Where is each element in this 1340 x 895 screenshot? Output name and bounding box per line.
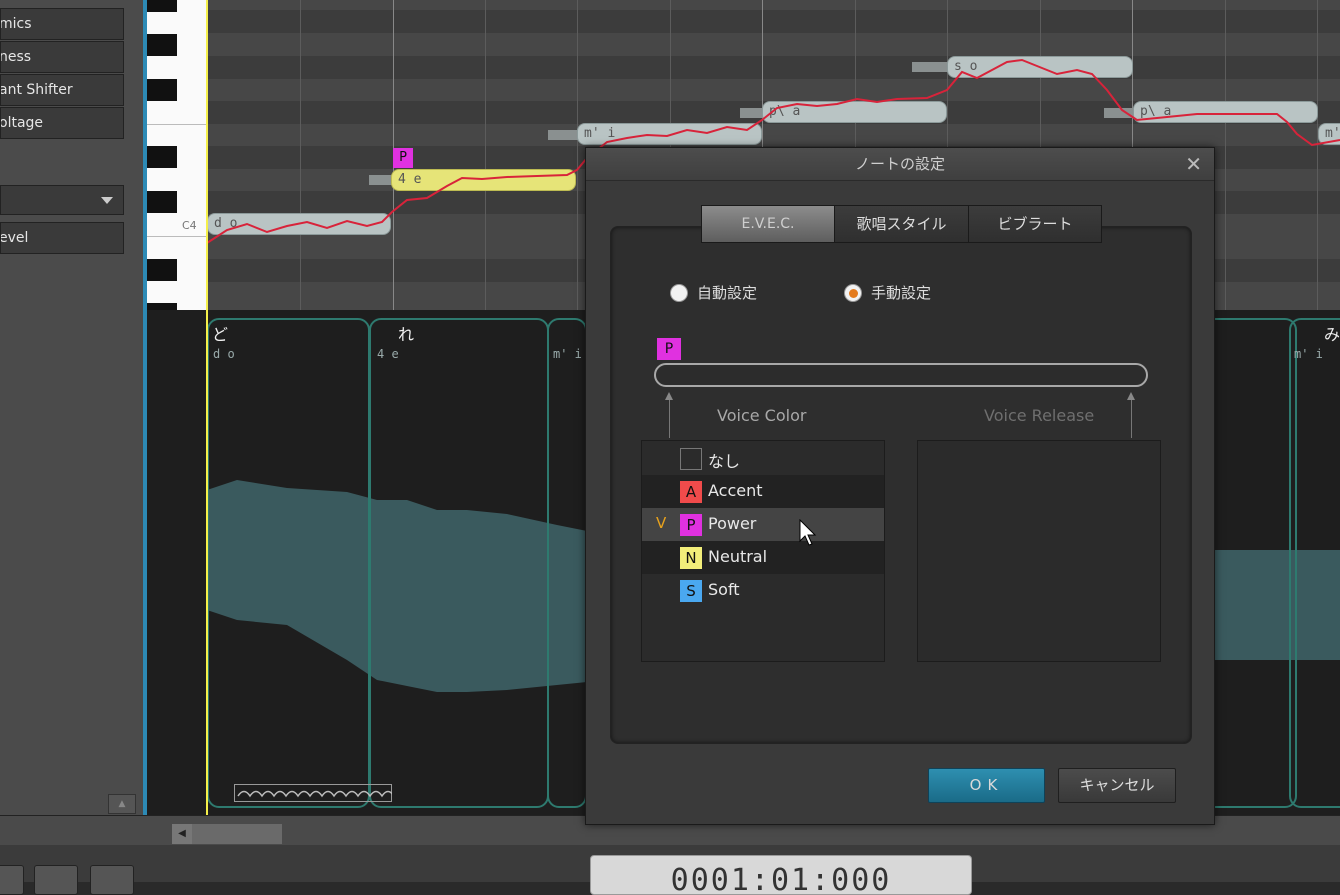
list-item-soft[interactable]: S Soft — [642, 574, 884, 607]
scrollbar-thumb[interactable] — [192, 824, 282, 844]
transport-button[interactable] — [34, 865, 78, 895]
soft-badge-icon: S — [680, 580, 702, 602]
black-key[interactable] — [147, 34, 177, 56]
panel-dropdown[interactable] — [0, 185, 124, 215]
panel-item-label: ant Shifter — [0, 82, 73, 98]
segment-phoneme: d o — [213, 347, 235, 361]
accent-badge-icon: A — [680, 481, 702, 503]
lyric-segment[interactable] — [207, 318, 370, 808]
arrow-up-icon — [1127, 392, 1135, 438]
cancel-button[interactable]: キャンセル — [1058, 768, 1176, 803]
tab-evec[interactable]: E.V.E.C. — [702, 206, 835, 242]
segment-kana: れ — [398, 325, 415, 344]
panel-item-label: mics — [0, 16, 32, 32]
segment-kana: み — [1324, 325, 1340, 344]
list-item-accent[interactable]: A Accent — [642, 475, 884, 508]
radio-auto-label: 自動設定 — [697, 284, 758, 302]
radio-auto[interactable]: 自動設定 — [670, 282, 757, 303]
segment-kana: ど — [212, 325, 229, 344]
lyric-segment[interactable] — [1289, 318, 1340, 808]
radio-manual[interactable]: 手動設定 — [844, 282, 931, 303]
list-item-none[interactable]: なし — [642, 442, 884, 475]
black-key[interactable] — [147, 0, 177, 12]
segment-phoneme: m' i — [553, 347, 582, 361]
panel-item-brightness[interactable]: ness — [0, 41, 124, 73]
empty-box-icon — [680, 448, 702, 470]
panel-item-label: ness — [0, 49, 32, 65]
scroll-up-button[interactable]: ▲ — [108, 794, 136, 814]
transport-button[interactable] — [90, 865, 134, 895]
dialog-title: ノートの設定 — [586, 148, 1214, 181]
chevron-down-icon — [101, 197, 113, 204]
tab-bar: E.V.E.C. 歌唱スタイル ビブラート — [701, 205, 1102, 243]
black-key[interactable] — [147, 303, 177, 310]
key-divider — [147, 124, 207, 125]
tab-vibrato[interactable]: ビブラート — [969, 206, 1101, 242]
list-item-power[interactable]: V P Power — [642, 508, 884, 541]
segment-phoneme: m' i — [1294, 347, 1323, 361]
segment-phoneme: 4 e — [377, 347, 399, 361]
key-divider — [147, 236, 207, 237]
vibrato-marker[interactable] — [234, 784, 392, 804]
panel-item-label: oltage — [0, 115, 44, 131]
panel-item-level[interactable]: evel — [0, 222, 124, 254]
black-key[interactable] — [147, 259, 177, 281]
panel-item-voltage[interactable]: oltage — [0, 107, 124, 139]
dialog-title-text: ノートの設定 — [854, 155, 945, 173]
voice-color-label: Voice Color — [717, 406, 807, 425]
transport-button[interactable] — [0, 865, 24, 895]
black-key[interactable] — [147, 79, 177, 101]
list-item-label: Accent — [708, 481, 763, 500]
list-item-label: Soft — [708, 580, 740, 599]
list-item-label: Neutral — [708, 547, 768, 566]
c4-label: C4 — [182, 219, 197, 232]
timecode-display: 0001:01:000 — [590, 855, 972, 895]
mouse-cursor-icon — [799, 519, 817, 546]
check-mark: V — [656, 514, 667, 532]
list-item-label: Power — [708, 514, 757, 533]
tab-singing-style[interactable]: 歌唱スタイル — [835, 206, 969, 242]
evec-slider[interactable] — [654, 363, 1148, 387]
voice-release-list[interactable] — [917, 440, 1161, 662]
panel-item-dynamics[interactable]: mics — [0, 8, 124, 40]
radio-circle-icon — [670, 283, 688, 302]
lyric-segment[interactable] — [547, 318, 587, 808]
list-item-neutral[interactable]: N Neutral — [642, 541, 884, 574]
black-key[interactable] — [147, 191, 177, 213]
left-panel: mics ness ant Shifter oltage evel ▲ — [0, 0, 146, 815]
note-settings-dialog: ノートの設定 ✕ E.V.E.C. 歌唱スタイル ビブラート 自動設定 手動設定… — [585, 147, 1215, 825]
power-tag: P — [657, 338, 681, 360]
power-tag: P — [393, 148, 413, 168]
panel-item-formant-shifter[interactable]: ant Shifter — [0, 74, 124, 106]
power-badge-icon: P — [680, 514, 702, 536]
close-icon[interactable]: ✕ — [1185, 151, 1202, 177]
piano-keyboard[interactable] — [147, 0, 207, 310]
scroll-left-arrow-icon[interactable]: ◀ — [172, 824, 192, 844]
ok-button[interactable]: OK — [928, 768, 1045, 803]
list-item-label: なし — [708, 452, 741, 471]
panel-item-label: evel — [0, 230, 29, 246]
arrow-up-icon — [665, 392, 673, 438]
lyric-segment[interactable] — [369, 318, 549, 808]
transport-bar: 0001:01:000 — [0, 845, 1340, 895]
voice-release-label: Voice Release — [984, 406, 1095, 425]
radio-manual-label: 手動設定 — [871, 284, 932, 302]
neutral-badge-icon: N — [680, 547, 702, 569]
playhead[interactable] — [206, 0, 208, 815]
radio-selected-icon — [844, 283, 862, 302]
black-key[interactable] — [147, 146, 177, 168]
voice-color-list: なし A Accent V P Power N Neutral S Soft — [641, 440, 885, 662]
